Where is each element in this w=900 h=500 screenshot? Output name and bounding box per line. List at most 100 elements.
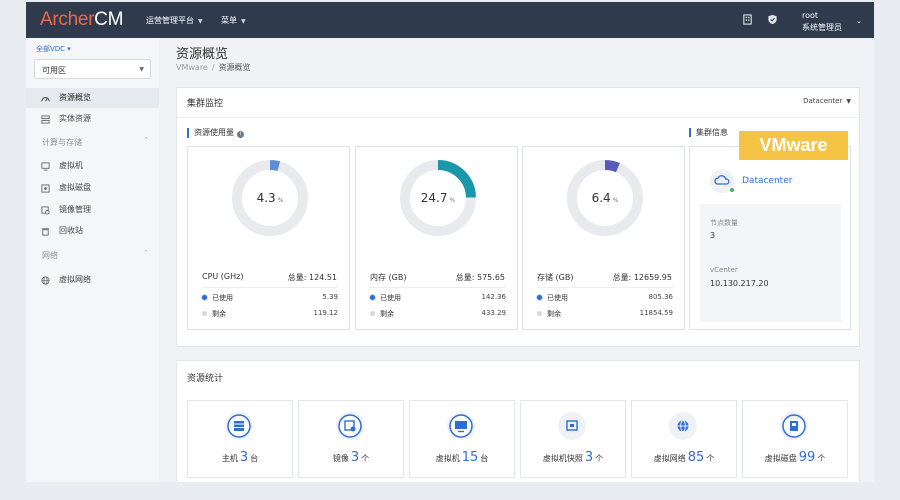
info-icon[interactable]: i [237,131,244,138]
usage-total: 总量: 124.51 [287,273,337,282]
used-label: 已使用 [547,294,568,302]
divider [202,287,338,288]
usage-percent-value: 24.7 [420,191,448,205]
free-label: 剩余 [212,310,226,318]
stat-number: 99 [798,450,816,465]
free-dot-icon [370,311,375,316]
vdc-filter[interactable]: 全部VDC ▾ [36,44,71,54]
user-menu[interactable]: root 系统管理员 [802,10,842,34]
usage-percent: 24.7% [398,191,478,205]
usage-percent: 6.4% [565,191,645,205]
stat-text: 镜像 3 个 [299,450,403,465]
used-value: 805.36 [648,293,674,301]
stat-tile-host[interactable]: 主机 3 台 [187,400,293,478]
used-label: 已使用 [212,294,233,302]
usage-percent-unit: % [277,197,284,204]
used-value: 142.36 [481,293,507,301]
nav-menu[interactable]: 菜单 ▼ [221,15,246,26]
zone-select[interactable]: 可用区 ▼ [34,59,151,79]
stat-number: 85 [687,450,705,465]
logo-text-archer: Archer [40,9,95,30]
free-value: 119.12 [313,309,339,317]
free-dot-icon [537,311,542,316]
sidebar: 全部VDC ▾ 可用区 ▼ 资源概览 实体资源 计算与存储 ⌃ 虚拟机 虚拟磁盘… [26,38,159,482]
sidebar-item-recycle-bin[interactable]: 回收站 [26,221,159,241]
stat-unit: 个 [361,454,370,463]
sidebar-item-label: 虚拟机 [59,161,83,170]
stat-text: 主机 3 台 [188,450,292,465]
stat-tile-vm[interactable]: 虚拟机 15 台 [409,400,515,478]
nav-ops-platform[interactable]: 运营管理平台 ▼ [146,15,203,26]
cluster-monitor-title: 集群监控 [187,99,224,109]
main-content: 资源概览 VMware / 资源概览 集群监控 Datacenter ▼ 资源使用量 i… [159,38,874,482]
server-icon [41,115,50,124]
sidebar-item-virtual-network[interactable]: 虚拟网络 [26,270,159,290]
user-role: 系统管理员 [802,23,842,32]
resource-stats-title: 资源统计 [187,374,224,384]
usage-total: 总量: 12659.95 [612,273,672,282]
usage-percent-value: 6.4 [591,191,611,205]
sidebar-item-label: 资源概览 [59,93,91,102]
stat-text: 虚拟网络 85 个 [632,450,736,465]
datacenter-select[interactable]: Datacenter ▼ [803,97,851,105]
top-bar: ArcherCM 运营管理平台 ▼ 菜单 ▼ root 系统管理员 ⌄ [26,2,874,38]
sidebar-group-compute-storage[interactable]: 计算与存储 [42,137,82,148]
free-label: 剩余 [547,310,561,318]
breadcrumb-separator: / [211,63,215,72]
free-value: 433.29 [481,309,507,317]
divider [537,287,673,288]
nav-menu-label: 菜单 [221,16,237,25]
logo[interactable]: ArcherCM [40,9,123,31]
breadcrumb-vmware[interactable]: VMware [176,63,208,72]
stat-tile-image[interactable]: 镜像 3 个 [298,400,404,478]
stat-unit: 个 [595,454,604,463]
sidebar-item-label: 虚拟磁盘 [59,183,91,192]
datacenter-name[interactable]: Datacenter [742,176,792,186]
zone-select-value: 可用区 [42,66,66,75]
chevron-up-icon[interactable]: ⌃ [143,136,149,144]
cluster-info-label: 集群信息 [689,128,728,137]
sidebar-item-physical-resources[interactable]: 实体资源 [26,109,159,129]
cluster-info-panel: VMware Datacenter 节点数量 3 vCenter 10.130.… [689,131,851,330]
sidebar-item-label: 实体资源 [59,114,91,123]
stat-unit: 个 [706,454,715,463]
stat-label: 镜像 [332,454,349,463]
stat-tile-virtual-network[interactable]: 虚拟网络 85 个 [631,400,737,478]
stat-label: 虚拟机快照 [542,454,583,463]
datacenter-select-value: Datacenter [803,97,843,105]
vcenter-label: vCenter [710,266,738,274]
sidebar-item-vm[interactable]: 虚拟机 [26,156,159,176]
logo-text-cm: CM [94,9,124,30]
image-icon [336,412,364,440]
usage-percent-unit: % [449,197,456,204]
stat-unit: 台 [250,454,259,463]
stat-label: 主机 [221,454,238,463]
sidebar-item-image-management[interactable]: 镜像管理 [26,200,159,220]
chevron-down-icon[interactable]: ⌄ [856,17,862,25]
free-dot-icon [202,311,207,316]
stat-tile-virtual-disk[interactable]: 虚拟磁盘 99 个 [742,400,848,478]
vmware-badge: VMware [739,131,848,160]
chevron-down-icon: ▼ [241,18,246,25]
shield-icon[interactable] [767,14,778,25]
globe-icon [41,276,50,285]
stat-tile-vm-snapshot[interactable]: 虚拟机快照 3 个 [520,400,626,478]
sidebar-group-network[interactable]: 网络 [42,250,58,261]
building-icon[interactable] [742,14,753,25]
sidebar-item-label: 镜像管理 [59,205,91,214]
resource-usage-label: 资源使用量 i [187,128,244,138]
disk-icon [780,412,808,440]
stat-text: 虚拟磁盘 99 个 [743,450,847,465]
image-icon [41,206,50,215]
divider [370,287,506,288]
chevron-down-icon: ▼ [198,18,203,25]
status-dot [729,187,735,193]
usage-title: 内存 (GB) [370,273,407,282]
stat-label: 虚拟磁盘 [764,454,797,463]
sidebar-item-label: 回收站 [59,226,83,235]
chevron-up-icon[interactable]: ⌃ [143,249,149,257]
usage-percent-unit: % [612,197,619,204]
dashboard-icon [41,97,50,102]
sidebar-item-resource-overview[interactable]: 资源概览 [26,88,159,108]
sidebar-item-virtual-disk[interactable]: 虚拟磁盘 [26,178,159,198]
